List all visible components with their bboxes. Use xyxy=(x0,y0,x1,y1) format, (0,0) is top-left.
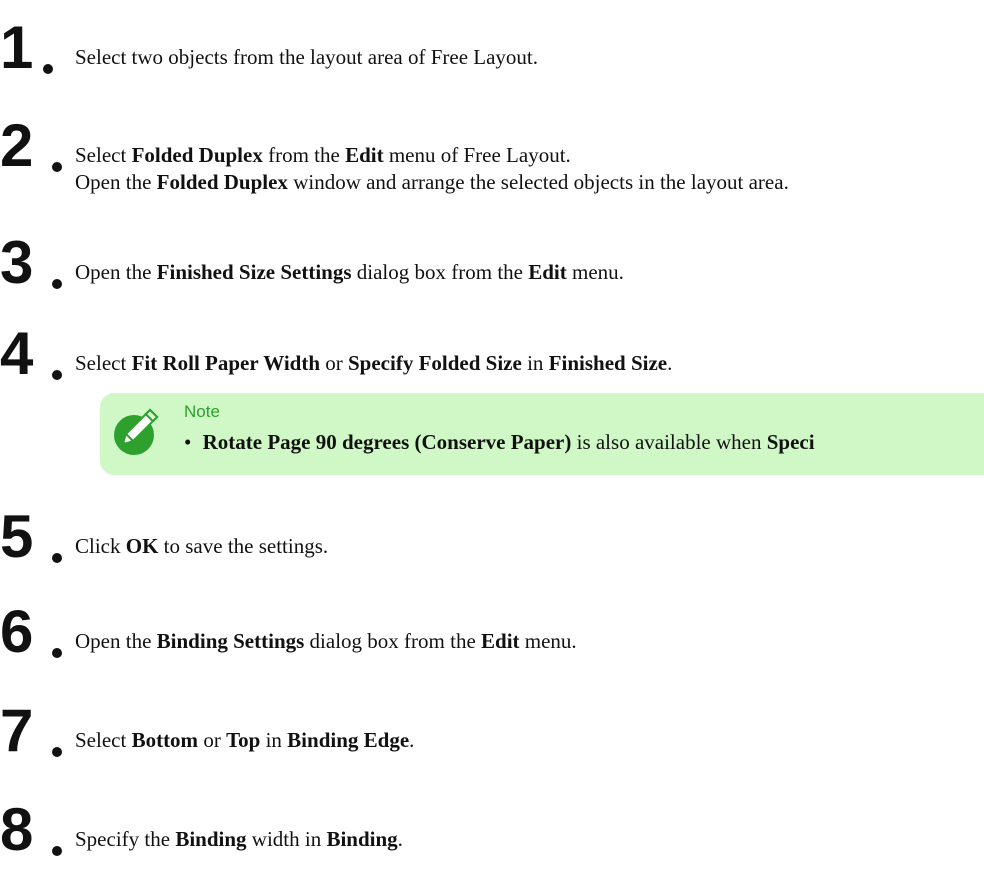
note-bullet: • xyxy=(184,430,192,454)
text-run: Select xyxy=(75,351,132,375)
step-number: 8 xyxy=(0,796,34,863)
bold-term: Finished Size Settings xyxy=(156,260,352,284)
step-text: Specify the Binding width in Binding. xyxy=(75,826,403,853)
text-run: . xyxy=(397,827,403,851)
step-4: 4 Select Fit Roll Paper Width or Specify… xyxy=(0,324,984,384)
step-dot xyxy=(52,553,62,563)
text-run: Open the xyxy=(75,170,157,194)
step-1: 1 Select two objects from the layout are… xyxy=(0,18,984,78)
bold-term: Folded Duplex xyxy=(156,170,288,194)
text-run: Select xyxy=(75,728,132,752)
step-3: 3 Open the Finished Size Settings dialog… xyxy=(0,233,984,293)
step-dot xyxy=(52,370,62,380)
step-2: 2 Select Folded Duplex from the Edit men… xyxy=(0,112,984,195)
step-text: Open the Finished Size Settings dialog b… xyxy=(75,259,624,286)
step-text: Click OK to save the settings. xyxy=(75,533,328,560)
step-number: 7 xyxy=(0,697,34,764)
step-text: Select Folded Duplex from the Edit menu … xyxy=(75,142,571,169)
step-dot xyxy=(52,648,62,658)
text-run: is also available when xyxy=(571,430,767,454)
step-6: 6 Open the Binding Settings dialog box f… xyxy=(0,602,984,662)
bold-term: Speci xyxy=(766,430,815,454)
note-item: • Rotate Page 90 degrees (Conserve Paper… xyxy=(184,429,815,455)
text-run: Open the xyxy=(75,260,157,284)
step-8: 8 Specify the Binding width in Binding. xyxy=(0,800,984,860)
step-dot xyxy=(52,747,62,757)
text-run: Select two objects from the layout area … xyxy=(75,45,539,69)
step-text: Select two objects from the layout area … xyxy=(75,44,538,71)
step-dot xyxy=(52,162,62,172)
text-run: . xyxy=(667,351,673,375)
note-pencil-icon xyxy=(114,408,159,455)
step-text-line-2: Open the Folded Duplex window and arrang… xyxy=(75,169,789,196)
bold-term: Folded Duplex xyxy=(131,143,263,167)
text-run: to save the settings. xyxy=(158,534,329,558)
bold-term: Binding xyxy=(326,827,398,851)
bold-term: Top xyxy=(226,728,261,752)
note-text: Rotate Page 90 degrees (Conserve Paper) … xyxy=(203,430,815,454)
step-text: Select Fit Roll Paper Width or Specify F… xyxy=(75,350,672,377)
bold-term: Binding xyxy=(175,827,247,851)
step-5: 5 Click OK to save the settings. xyxy=(0,507,984,567)
text-run: Click xyxy=(75,534,126,558)
step-number: 1 xyxy=(0,14,34,81)
bold-term: OK xyxy=(125,534,159,558)
bold-term: Edit xyxy=(345,143,384,167)
step-text: Select Bottom or Top in Binding Edge. xyxy=(75,727,414,754)
text-run: dialog box from the xyxy=(304,629,482,653)
text-run: or xyxy=(198,728,227,752)
step-number: 3 xyxy=(0,229,34,296)
text-run: from the xyxy=(262,143,346,167)
bold-term: Finished Size xyxy=(548,351,668,375)
text-run: Select xyxy=(75,143,132,167)
bold-term: Rotate Page 90 degrees (Conserve Paper) xyxy=(202,430,572,454)
bold-term: Edit xyxy=(481,629,520,653)
text-run: window and arrange the selected objects … xyxy=(287,170,789,194)
text-run: Specify the xyxy=(75,827,176,851)
bold-term: Binding Edge xyxy=(287,728,410,752)
bold-term: Fit Roll Paper Width xyxy=(131,351,320,375)
text-run: dialog box from the xyxy=(351,260,529,284)
text-run: menu. xyxy=(519,629,577,653)
step-number: 4 xyxy=(0,320,34,387)
text-run: menu of Free Layout. xyxy=(383,143,571,167)
text-run: in xyxy=(521,351,549,375)
bold-term: Edit xyxy=(528,260,567,284)
step-text: Open the Binding Settings dialog box fro… xyxy=(75,628,577,655)
text-run: menu. xyxy=(566,260,624,284)
text-run: Open the xyxy=(75,629,157,653)
text-run: or xyxy=(320,351,348,375)
bold-term: Specify Folded Size xyxy=(348,351,522,375)
bold-term: Binding Settings xyxy=(156,629,305,653)
step-dot xyxy=(52,279,62,289)
text-run: in xyxy=(260,728,288,752)
note-box: Note • Rotate Page 90 degrees (Conserve … xyxy=(100,393,984,475)
text-run: . xyxy=(409,728,415,752)
note-title: Note xyxy=(184,402,220,421)
step-7: 7 Select Bottom or Top in Binding Edge. xyxy=(0,701,984,761)
step-dot xyxy=(52,846,62,856)
step-number: 5 xyxy=(0,503,34,570)
text-run: width in xyxy=(246,827,327,851)
step-number: 2 xyxy=(0,112,34,179)
step-number: 6 xyxy=(0,598,34,665)
bold-term: Bottom xyxy=(131,728,199,752)
step-dot xyxy=(43,64,53,74)
